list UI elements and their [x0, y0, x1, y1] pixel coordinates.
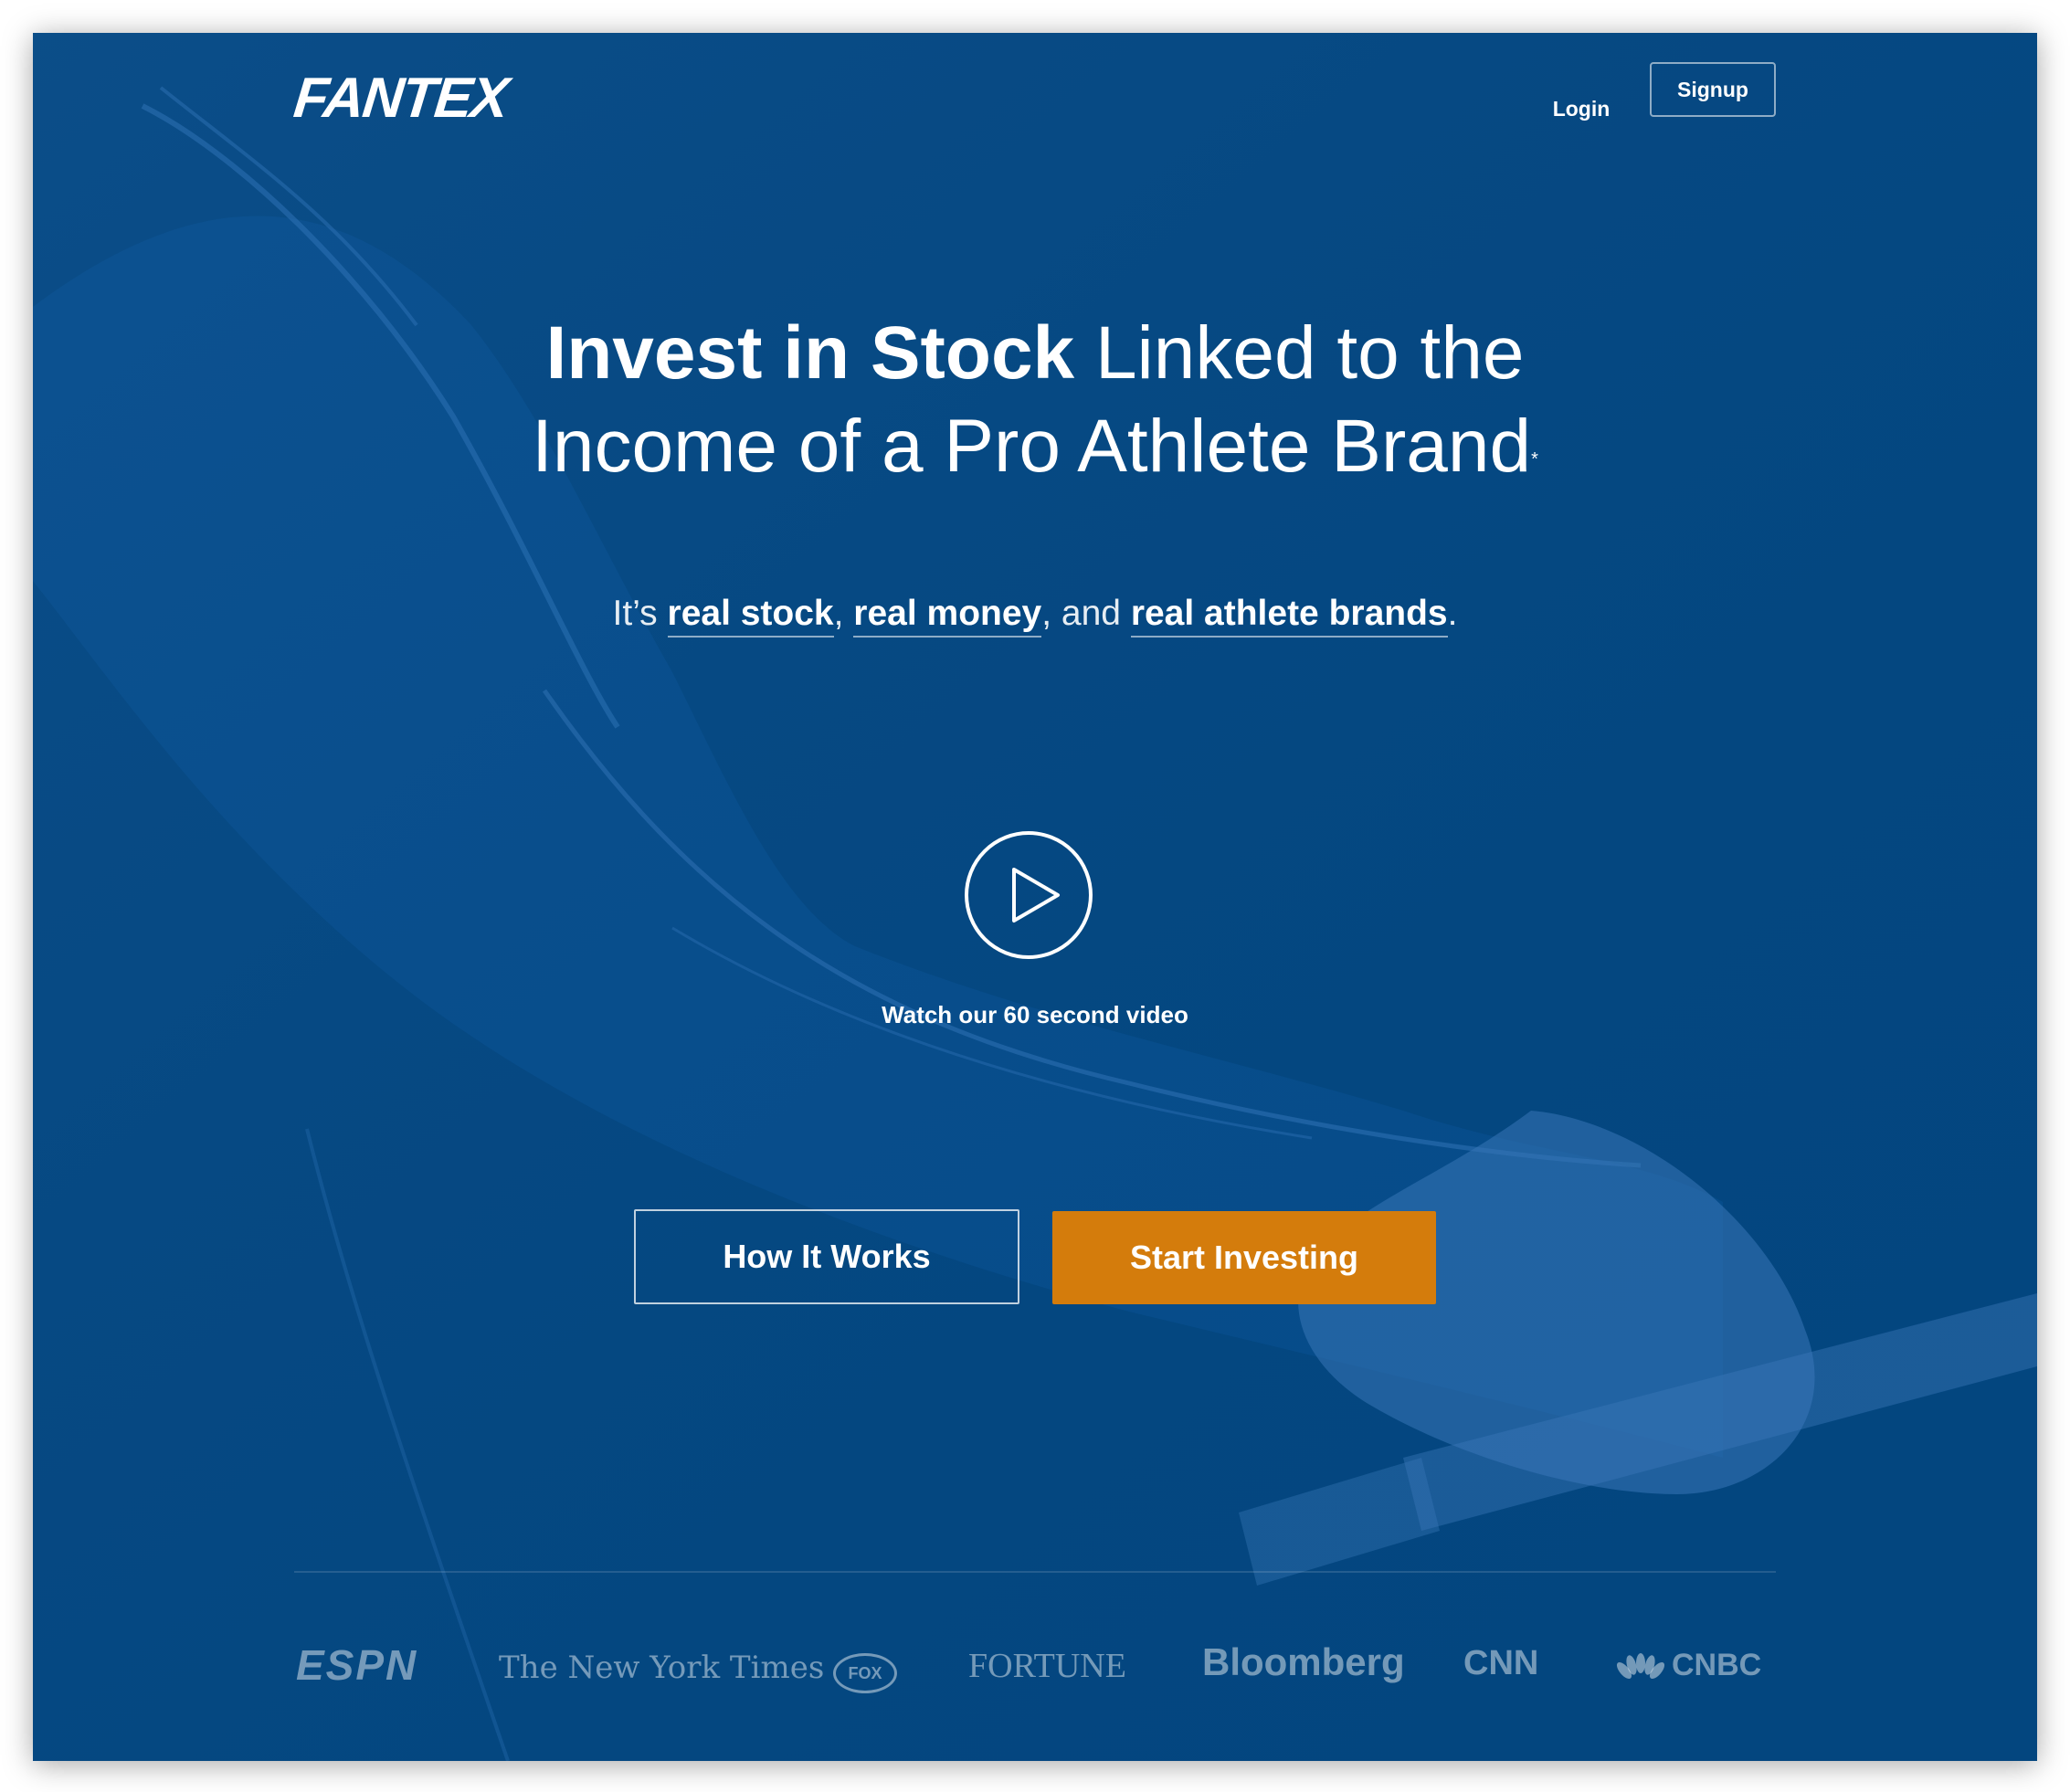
peacock-icon [1616, 1653, 1665, 1680]
cnbc-logo: CNBC [1615, 1648, 1761, 1683]
espn-logo: ESPN [296, 1641, 418, 1689]
subline-prefix: It’s [612, 594, 668, 633]
fox-sports-logo: FOX [833, 1653, 897, 1693]
play-video-button[interactable] [965, 831, 1093, 959]
video-caption[interactable]: Watch our 60 second video [33, 1001, 2037, 1029]
headline-footnote-marker[interactable]: * [1531, 449, 1538, 469]
fantex-logo[interactable]: FANTEX [290, 66, 510, 131]
cnn-logo: CNN [1463, 1644, 1539, 1682]
real-money-link[interactable]: real money [853, 594, 1042, 638]
cnbc-logo-text: CNBC [1672, 1648, 1762, 1682]
how-it-works-button[interactable]: How It Works [634, 1209, 1019, 1304]
headline-line-1: Invest in Stock Linked to the [33, 307, 2037, 400]
headline-bold-text: Invest in Stock [545, 311, 1075, 395]
play-icon [1012, 868, 1060, 922]
hero-headline: Invest in Stock Linked to the Income of … [33, 307, 2037, 493]
start-investing-button[interactable]: Start Investing [1052, 1211, 1436, 1304]
subline-suffix: . [1447, 594, 1458, 633]
subline-sep-2: , and [1041, 594, 1131, 633]
login-link[interactable]: Login [1531, 97, 1632, 121]
fox-logo-text: FOX [848, 1663, 882, 1682]
landing-page: FANTEX Login Signup Invest in Stock Link… [33, 33, 2037, 1761]
nyt-logo: The New York Times [499, 1650, 825, 1686]
headline-rest-text: Linked to the [1074, 311, 1525, 395]
subline-sep-1: , [833, 594, 854, 633]
fortune-logo: FORTUNE [968, 1647, 1126, 1685]
real-stock-link[interactable]: real stock [667, 594, 834, 638]
press-divider [294, 1571, 1776, 1573]
bloomberg-logo: Bloomberg [1202, 1640, 1405, 1683]
headline-line-2: Income of a Pro Athlete Brand* [33, 400, 2037, 493]
signup-button[interactable]: Signup [1650, 62, 1776, 117]
real-athlete-brands-link[interactable]: real athlete brands [1130, 594, 1448, 638]
hero-subline: It’s real stock, real money, and real at… [33, 594, 2037, 638]
headline-line-2-text: Income of a Pro Athlete Brand [532, 405, 1532, 488]
